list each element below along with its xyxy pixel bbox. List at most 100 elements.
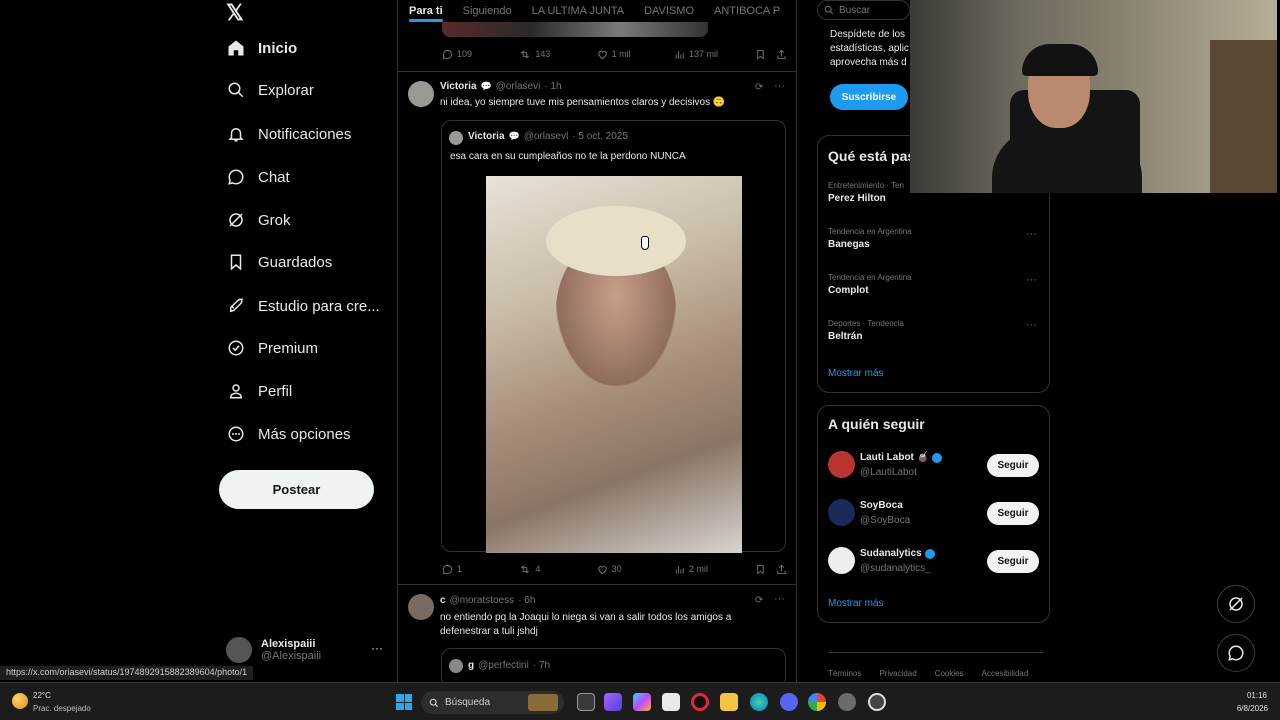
- windows-start-icon[interactable]: [396, 694, 412, 710]
- repost-button[interactable]: 4: [519, 564, 596, 575]
- search-icon: [226, 80, 246, 100]
- discord-icon[interactable]: [780, 693, 798, 711]
- heart-icon: [598, 50, 607, 59]
- bookmark-icon[interactable]: [755, 564, 766, 575]
- post-button[interactable]: Postear: [219, 470, 374, 509]
- nav-item-mas-opciones[interactable]: Más opciones: [226, 414, 351, 454]
- avatar[interactable]: [408, 81, 434, 107]
- follow-button[interactable]: Seguir: [987, 550, 1039, 573]
- bookmark-icon[interactable]: [755, 49, 766, 60]
- views-button[interactable]: 2 mil: [674, 564, 755, 575]
- like-button[interactable]: 1 mil: [597, 49, 674, 60]
- avatar[interactable]: [408, 594, 434, 620]
- nav-item-perfil[interactable]: Perfil: [226, 371, 292, 411]
- tab-antiboca[interactable]: ANTIBOCA P: [714, 5, 780, 17]
- tab-siguiendo[interactable]: Siguiendo: [463, 5, 512, 17]
- nav-item-explorar[interactable]: Explorar: [226, 70, 314, 110]
- author-handle[interactable]: @moratstoess: [450, 595, 515, 606]
- author-name[interactable]: Victoria: [440, 81, 477, 92]
- tweet-time[interactable]: · 6h: [518, 595, 535, 606]
- footer-link-accesibilidad[interactable]: Accesibilidad: [982, 669, 1029, 678]
- app-icon[interactable]: [868, 693, 886, 711]
- grok-icon[interactable]: ⟳: [755, 595, 763, 606]
- timeline[interactable]: Para ti Siguiendo LA ULTIMA JUNTA DAVISM…: [397, 0, 797, 682]
- webcam-background-door: [1210, 40, 1277, 193]
- more-icon[interactable]: ···: [774, 80, 785, 92]
- grok-fab[interactable]: [1217, 585, 1255, 623]
- reply-icon: [442, 564, 453, 574]
- tab-la-ultima-junta[interactable]: LA ULTIMA JUNTA: [532, 5, 625, 17]
- nav-item-chat[interactable]: Chat: [226, 157, 290, 197]
- subscribe-button[interactable]: Suscribirse: [830, 84, 908, 110]
- views-button[interactable]: 137 mil: [674, 49, 755, 60]
- edge-icon[interactable]: [750, 693, 768, 711]
- footer-link-privacidad[interactable]: Privacidad: [879, 669, 916, 678]
- grok-icon[interactable]: ⟳: [755, 82, 763, 93]
- taskbar-search[interactable]: Búsqueda: [421, 691, 564, 714]
- trend-item[interactable]: Tendencia en Argentina Banegas: [828, 227, 1043, 250]
- search-input[interactable]: Buscar: [817, 0, 910, 20]
- nav-item-grok[interactable]: Grok: [226, 200, 291, 240]
- nav-item-premium[interactable]: Premium: [226, 328, 318, 368]
- file-explorer-icon[interactable]: [720, 693, 738, 711]
- tab-para-ti[interactable]: Para ti: [409, 5, 443, 22]
- previous-tweet-media[interactable]: [442, 22, 708, 37]
- x-logo-icon[interactable]: 𝕏: [226, 0, 244, 26]
- tweet-header: c @moratstoess · 6h: [440, 595, 535, 606]
- weather-desc[interactable]: Prac. despejado: [33, 704, 91, 713]
- trend-item[interactable]: Tendencia en Argentina Complot: [828, 273, 1043, 296]
- clock-date[interactable]: 6/8/2026: [1228, 704, 1268, 713]
- follow-suggestion[interactable]: Sudanalytics @sudanalytics_ Seguir: [828, 547, 1043, 577]
- weather-temp[interactable]: 22°C: [33, 691, 51, 700]
- follow-suggestion[interactable]: SoyBoca @SoyBoca Seguir: [828, 499, 1043, 529]
- repost-button[interactable]: 143: [519, 49, 596, 60]
- like-button[interactable]: 30: [597, 564, 674, 575]
- webcam-overlay: [910, 0, 1277, 193]
- account-switcher[interactable]: Alexispaiii @Alexispaiii: [226, 632, 386, 668]
- author-handle[interactable]: @orlasevi: [496, 81, 541, 92]
- follow-suggestion[interactable]: Lauti Labot 🧉 @LautiLabot Seguir: [828, 451, 1043, 481]
- chat-fab[interactable]: [1217, 634, 1255, 672]
- reply-button[interactable]: 1: [442, 564, 519, 575]
- webcam-cap: [1022, 44, 1098, 76]
- tweet-time[interactable]: · 1h: [544, 81, 561, 92]
- clock-time[interactable]: 01:16: [1243, 691, 1267, 700]
- tweet-photo[interactable]: [486, 176, 742, 553]
- more-icon[interactable]: ···: [774, 593, 785, 605]
- nav-item-inicio[interactable]: Inicio: [226, 28, 297, 68]
- store-icon[interactable]: [662, 693, 680, 711]
- nav-item-notificaciones[interactable]: Notificaciones: [226, 114, 351, 154]
- share-icon[interactable]: [776, 49, 787, 60]
- footer-link-terminos[interactable]: Términos: [828, 669, 861, 678]
- footer-link-cookies[interactable]: Cookies: [935, 669, 964, 678]
- nav-item-guardados[interactable]: Guardados: [226, 242, 332, 282]
- more-icon[interactable]: ···: [1026, 228, 1037, 240]
- quoted-tweet[interactable]: Victoria 💬 @orlasevl · 5 oct. 2025 esa c…: [441, 120, 786, 553]
- author-name[interactable]: c: [440, 595, 446, 606]
- quote-author-name: g: [468, 660, 475, 671]
- follow-button[interactable]: Seguir: [987, 454, 1039, 477]
- tab-davismo[interactable]: DAVISMO: [644, 5, 694, 17]
- copilot-icon[interactable]: [633, 693, 651, 711]
- tweet[interactable]: Victoria 💬 @orlasevi · 1h ⟳ ··· ni idea,…: [398, 72, 796, 584]
- account-more-icon[interactable]: ···: [371, 641, 383, 655]
- task-view-icon[interactable]: [577, 693, 595, 711]
- trend-item[interactable]: Deportes · Tendencia Beltrán: [828, 319, 1043, 342]
- weather-icon[interactable]: [12, 693, 28, 709]
- suggestion-name: SoyBoca: [860, 500, 903, 511]
- tweet[interactable]: c @moratstoess · 6h ⟳ ··· no entiendo pq…: [398, 585, 796, 682]
- more-icon[interactable]: ···: [1026, 319, 1037, 331]
- follow-button[interactable]: Seguir: [987, 502, 1039, 525]
- opera-icon[interactable]: [691, 693, 709, 711]
- more-icon[interactable]: ···: [1026, 274, 1037, 286]
- trends-show-more-link[interactable]: Mostrar más: [828, 368, 884, 379]
- nav-item-estudio[interactable]: Estudio para cre...: [226, 286, 380, 326]
- quoted-tweet[interactable]: g @perfectini · 7h: [441, 648, 786, 682]
- share-icon[interactable]: [776, 564, 787, 575]
- follow-show-more-link[interactable]: Mostrar más: [828, 598, 884, 609]
- chrome-icon[interactable]: [808, 693, 826, 711]
- settings-icon[interactable]: [838, 693, 856, 711]
- reply-button[interactable]: 109: [442, 49, 519, 60]
- chat-icon: [1228, 645, 1244, 661]
- pen-app-icon[interactable]: [604, 693, 622, 711]
